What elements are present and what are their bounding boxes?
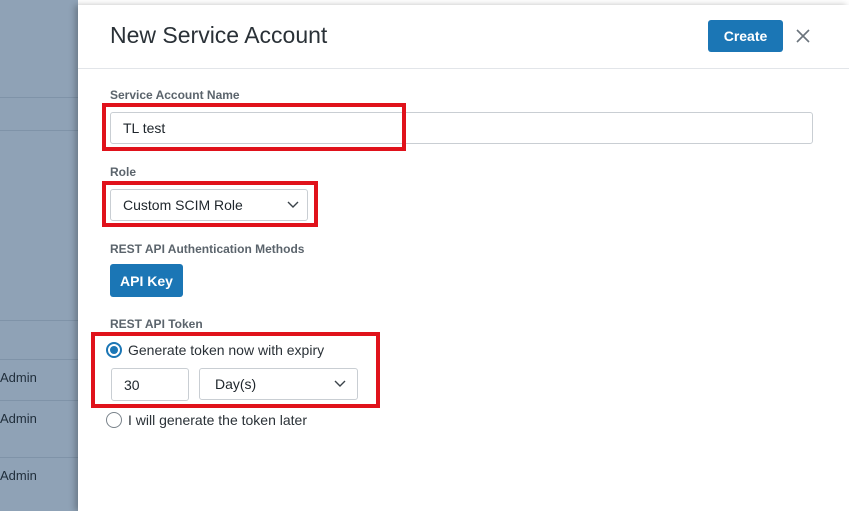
expiry-unit-value: Day(s) xyxy=(215,376,257,392)
role-select[interactable]: Custom SCIM Role xyxy=(110,189,308,221)
close-icon xyxy=(796,29,810,43)
modal-header: New Service Account Create xyxy=(78,5,849,69)
rest-api-token-label: REST API Token xyxy=(110,317,203,331)
generate-later-radio[interactable] xyxy=(106,412,122,428)
generate-later-option[interactable]: I will generate the token later xyxy=(106,412,307,428)
generate-later-label: I will generate the token later xyxy=(128,412,307,428)
modal-title: New Service Account xyxy=(110,22,328,48)
generate-now-option[interactable]: Generate token now with expiry xyxy=(106,342,324,358)
expiry-value-input[interactable] xyxy=(111,368,189,401)
close-button[interactable] xyxy=(791,23,815,49)
chevron-down-icon xyxy=(279,190,307,220)
new-service-account-modal: New Service Account Create Service Accou… xyxy=(78,5,849,511)
chevron-down-icon xyxy=(323,369,357,399)
auth-methods-label: REST API Authentication Methods xyxy=(110,242,305,256)
generate-now-radio[interactable] xyxy=(106,342,122,358)
role-label: Role xyxy=(110,165,137,179)
role-select-value: Custom SCIM Role xyxy=(123,197,243,213)
background-row-text: Admin xyxy=(0,370,37,385)
background-divider xyxy=(0,97,78,98)
background-divider xyxy=(0,359,78,360)
background-divider xyxy=(0,400,78,401)
expiry-unit-select[interactable]: Day(s) xyxy=(199,368,358,400)
background-row-text: Admin xyxy=(0,411,37,426)
background-row-text: Admin xyxy=(0,468,37,483)
service-account-name-label: Service Account Name xyxy=(110,88,240,102)
background-divider xyxy=(0,457,78,458)
background-overlay: Admin Admin Admin xyxy=(0,0,78,511)
create-button[interactable]: Create xyxy=(708,20,783,52)
api-key-button[interactable]: API Key xyxy=(110,264,183,297)
service-account-name-input[interactable] xyxy=(110,112,813,144)
background-divider xyxy=(0,320,78,321)
background-divider xyxy=(0,130,78,131)
generate-now-label: Generate token now with expiry xyxy=(128,342,325,358)
